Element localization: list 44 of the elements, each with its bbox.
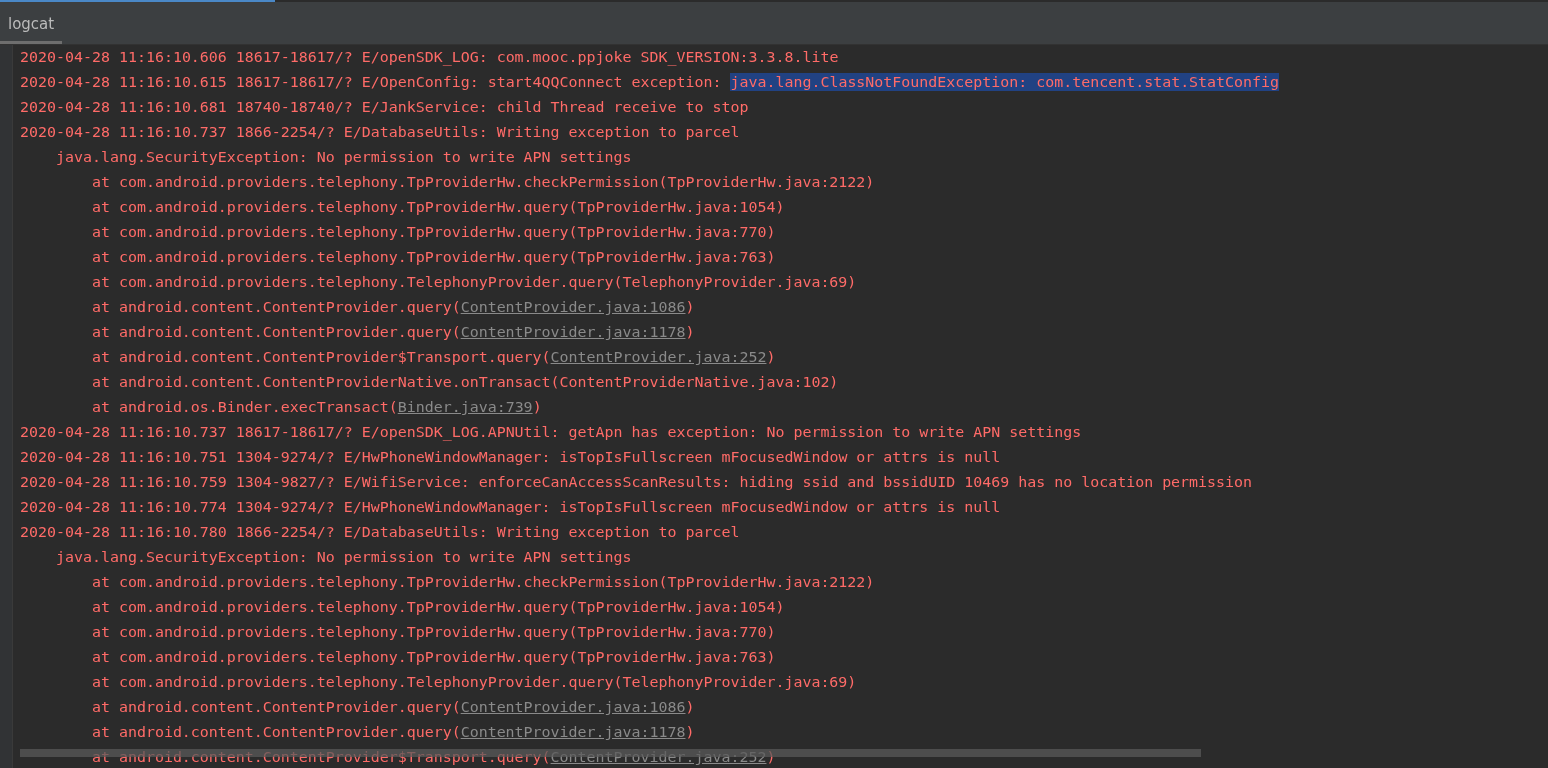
log-line: at android.content.ContentProvider.query(	[91, 698, 461, 716]
log-line: at com.android.providers.telephony.TpProviderHw.query(TpProviderHw.java:763)	[91, 648, 776, 666]
closing-paren: )	[532, 398, 542, 416]
log-line: at android.content.ContentProvider.query(	[91, 323, 461, 341]
source-link[interactable]: ContentProvider.java:1086	[460, 698, 686, 716]
log-line: at com.android.providers.telephony.TpProviderHw.query(TpProviderHw.java:1054)	[91, 198, 785, 216]
source-link[interactable]: Binder.java:739	[397, 398, 533, 416]
log-line: at android.content.ContentProvider$Transport.query(	[91, 348, 551, 366]
closing-paren: )	[685, 323, 695, 341]
source-link[interactable]: ContentProvider.java:1086	[460, 298, 686, 316]
source-link[interactable]: ContentProvider.java:252	[550, 748, 767, 766]
log-line: at android.content.ContentProvider.query(	[91, 298, 461, 316]
closing-paren: )	[685, 698, 695, 716]
closing-paren: )	[685, 298, 695, 316]
log-line: at com.android.providers.telephony.TpProviderHw.query(TpProviderHw.java:1054)	[91, 598, 785, 616]
closing-paren: )	[685, 723, 695, 741]
log-line: at com.android.providers.telephony.TpProviderHw.query(TpProviderHw.java:763)	[91, 248, 776, 266]
log-line: 2020-04-28 11:16:10.615 18617-18617/? E/OpenConfig: start4QQConnect exception:	[20, 73, 723, 91]
log-line: at com.android.providers.telephony.TpProviderHw.checkPermission(TpProviderHw.java:2122)	[91, 173, 875, 191]
log-line: 2020-04-28 11:16:10.737 1866-2254/? E/DatabaseUtils: Writing exception to parcel	[20, 123, 740, 141]
source-link[interactable]: ContentProvider.java:252	[550, 348, 767, 366]
log-line: 2020-04-28 11:16:10.774 1304-9274/? E/HwPhoneWindowManager: isTopIsFullscreen mFocusedWindow or attrs is null	[20, 498, 1001, 516]
log-line: 2020-04-28 11:16:10.681 18740-18740/? E/JankService: child Thread receive to stop	[20, 98, 749, 116]
log-line: at android.content.ContentProvider$Transport.query(	[91, 748, 551, 766]
log-line: 2020-04-28 11:16:10.606 18617-18617/? E/openSDK_LOG: com.mooc.ppjoke SDK_VERSION:3.3.8.lite	[20, 48, 839, 66]
log-line: at android.content.ContentProvider.query(	[91, 723, 461, 741]
log-line: 2020-04-28 11:16:10.780 1866-2254/? E/DatabaseUtils: Writing exception to parcel	[20, 523, 740, 541]
source-link[interactable]: ContentProvider.java:1178	[460, 323, 686, 341]
log-line: at com.android.providers.telephony.TelephonyProvider.query(TelephonyProvider.java:69)	[91, 673, 857, 691]
log-line: 2020-04-28 11:16:10.751 1304-9274/? E/HwPhoneWindowManager: isTopIsFullscreen mFocusedWindow or attrs is null	[20, 448, 1001, 466]
closing-paren: )	[766, 748, 776, 766]
log-line: at com.android.providers.telephony.TpProviderHw.query(TpProviderHw.java:770)	[91, 223, 776, 241]
log-line: 2020-04-28 11:16:10.737 18617-18617/? E/openSDK_LOG.APNUtil: getApn has exception: No permission to write APN settings	[20, 423, 1082, 441]
log-line: at android.os.Binder.execTransact(	[91, 398, 398, 416]
log-line: at com.android.providers.telephony.TpProviderHw.query(TpProviderHw.java:770)	[91, 623, 776, 641]
closing-paren: )	[766, 348, 776, 366]
log-line: java.lang.SecurityException: No permission to write APN settings	[55, 548, 632, 566]
log-line: at android.content.ContentProviderNative.onTransact(ContentProviderNative.java:102)	[91, 373, 839, 391]
source-link[interactable]: ContentProvider.java:1178	[460, 723, 686, 741]
log-line: at com.android.providers.telephony.TelephonyProvider.query(TelephonyProvider.java:69)	[91, 273, 857, 291]
log-line: java.lang.SecurityException: No permission to write APN settings	[55, 148, 632, 166]
log-line: at com.android.providers.telephony.TpProviderHw.checkPermission(TpProviderHw.java:2122)	[91, 573, 875, 591]
log-line: 2020-04-28 11:16:10.759 1304-9827/? E/WifiService: enforceCanAccessScanResults: hiding ssid and bssidUID 10469 has no location permission	[20, 473, 1253, 491]
selected-text: java.lang.ClassNotFoundException: com.tencent.stat.StatConfig	[730, 73, 1280, 91]
